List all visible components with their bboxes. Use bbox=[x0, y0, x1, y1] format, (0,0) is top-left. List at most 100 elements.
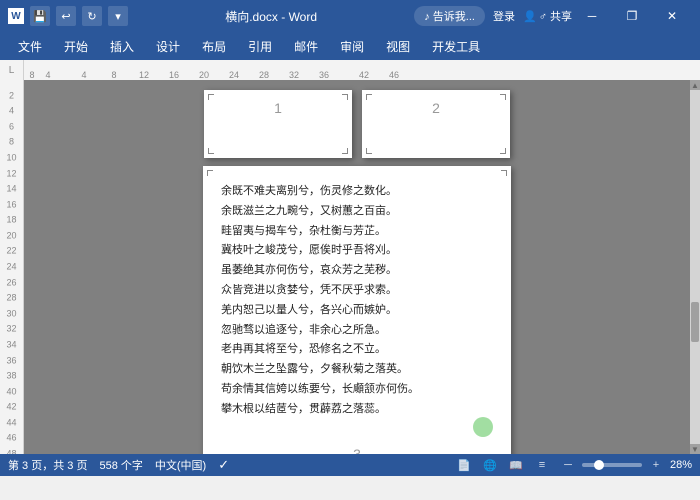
ruler-tick-v: 12 bbox=[0, 169, 23, 178]
customize-qat-button[interactable]: ▾ bbox=[108, 6, 128, 26]
user-button[interactable]: 👤 ♂ 共享 bbox=[523, 8, 572, 24]
save-button[interactable]: 💾 bbox=[30, 6, 50, 26]
ruler-tick-v: 34 bbox=[0, 340, 23, 349]
corner-marker-tr bbox=[500, 94, 506, 100]
ruler-tick: 12 bbox=[139, 71, 149, 80]
menu-view[interactable]: 视图 bbox=[376, 34, 420, 59]
scroll-thumb[interactable] bbox=[691, 302, 699, 342]
word-icon: W bbox=[8, 8, 24, 24]
ruler-corner: L bbox=[0, 60, 24, 80]
text-line: 苟余情其信姱以练要兮，长顑颔亦何伤。 bbox=[221, 380, 493, 400]
window-title: 横向.docx - Word bbox=[128, 8, 414, 25]
title-bar: W 💾 ↩ ↻ ▾ 横向.docx - Word ♪ 告诉我... 登录 👤 ♂… bbox=[0, 0, 700, 32]
zoom-bar: ─ + 28% bbox=[558, 456, 692, 474]
ruler-tick: 28 bbox=[259, 71, 269, 80]
minimize-button[interactable]: ─ bbox=[572, 0, 612, 32]
page-row-top: 1 2 bbox=[204, 90, 510, 158]
menu-references[interactable]: 引用 bbox=[238, 34, 282, 59]
ruler-tick-v: 42 bbox=[0, 403, 23, 412]
ruler-tick: 16 bbox=[169, 71, 179, 80]
page-info: 第 3 页，共 3 页 bbox=[8, 457, 87, 473]
horizontal-ruler: 8 4 4 8 12 16 20 24 28 32 36 42 46 bbox=[24, 60, 700, 80]
zoom-slider[interactable] bbox=[582, 463, 642, 467]
ruler-tick-v: 38 bbox=[0, 372, 23, 381]
close-button[interactable]: ✕ bbox=[652, 0, 692, 32]
ruler-tick: 36 bbox=[319, 71, 329, 80]
zoom-thumb bbox=[594, 460, 604, 470]
ruler-tick: 20 bbox=[199, 71, 209, 80]
text-line: 羌内恕己以量人兮，各兴心而嫉妒。 bbox=[221, 301, 493, 321]
corner-marker-tl bbox=[366, 94, 372, 100]
zoom-in-button[interactable]: + bbox=[646, 456, 666, 474]
view-read-button[interactable]: 📖 bbox=[506, 456, 526, 474]
ruler-tick: 32 bbox=[289, 71, 299, 80]
menu-layout[interactable]: 布局 bbox=[192, 34, 236, 59]
ruler-tick-v: 4 bbox=[0, 107, 23, 116]
scroll-up-button[interactable]: ▲ bbox=[690, 80, 700, 90]
redo-button[interactable]: ↻ bbox=[82, 6, 102, 26]
menu-mailings[interactable]: 邮件 bbox=[284, 34, 328, 59]
corner-marker-tl bbox=[207, 170, 213, 176]
ruler-tick-v: 22 bbox=[0, 247, 23, 256]
login-button[interactable]: 登录 bbox=[493, 8, 515, 24]
text-line: 老冉再其将至兮，恐修名之不立。 bbox=[221, 340, 493, 360]
view-outline-button[interactable]: ≡ bbox=[532, 456, 552, 474]
menu-review[interactable]: 审阅 bbox=[330, 34, 374, 59]
zoom-out-button[interactable]: ─ bbox=[558, 456, 578, 474]
ruler-tick-v: 36 bbox=[0, 356, 23, 365]
document-canvas[interactable]: 1 2 余既不难夫离别兮，伤灵修之数化。余既滋兰之九畹兮，又树蕙之百亩。畦留夷与… bbox=[24, 80, 690, 454]
ruler-tick-v: 32 bbox=[0, 325, 23, 334]
tell-me-button[interactable]: ♪ 告诉我... bbox=[414, 6, 485, 26]
view-web-button[interactable]: 🌐 bbox=[480, 456, 500, 474]
text-line: 攀木根以结茝兮，贯薜荔之落蕊。 bbox=[221, 400, 493, 420]
corner-marker-tr bbox=[342, 94, 348, 100]
menu-file[interactable]: 文件 bbox=[8, 34, 52, 59]
ruler-tick-v: 2 bbox=[0, 91, 23, 100]
ruler-tick-v: 14 bbox=[0, 185, 23, 194]
share-button[interactable]: ♂ 共享 bbox=[539, 8, 572, 24]
menu-insert[interactable]: 插入 bbox=[100, 34, 144, 59]
menu-home[interactable]: 开始 bbox=[54, 34, 98, 59]
text-line: 余既滋兰之九畹兮，又树蕙之百亩。 bbox=[221, 202, 493, 222]
menu-design[interactable]: 设计 bbox=[146, 34, 190, 59]
scroll-down-button[interactable]: ▼ bbox=[690, 444, 700, 454]
ruler-tick: 42 bbox=[359, 71, 369, 80]
word-count: 558 个字 bbox=[99, 457, 142, 473]
page-2: 2 bbox=[362, 90, 510, 158]
title-right-actions: ♪ 告诉我... 登录 👤 ♂ 共享 bbox=[414, 6, 572, 26]
vertical-scrollbar[interactable]: ▲ ▼ bbox=[690, 80, 700, 454]
corner-marker-tr bbox=[501, 170, 507, 176]
ruler-tick-v: 30 bbox=[0, 309, 23, 318]
ruler-tick-v: 46 bbox=[0, 434, 23, 443]
corner-marker-br bbox=[342, 148, 348, 154]
ruler-tick-v: 40 bbox=[0, 387, 23, 396]
menu-developer[interactable]: 开发工具 bbox=[422, 34, 490, 59]
ruler-tick: 8 bbox=[111, 71, 116, 80]
status-right: 📄 🌐 📖 ≡ ─ + 28% bbox=[454, 456, 692, 474]
user-icon: 👤 bbox=[523, 10, 537, 23]
ruler-corner-label: L bbox=[9, 65, 15, 76]
ruler-tick-v: 24 bbox=[0, 263, 23, 272]
ruler-tick: 8 bbox=[29, 71, 34, 80]
ruler-tick: 24 bbox=[229, 71, 239, 80]
ruler-tick: 46 bbox=[389, 71, 399, 80]
ruler-tick-v: 6 bbox=[0, 122, 23, 131]
restore-button[interactable]: ❐ bbox=[612, 0, 652, 32]
undo-button[interactable]: ↩ bbox=[56, 6, 76, 26]
view-print-button[interactable]: 📄 bbox=[454, 456, 474, 474]
text-line: 虽萎绝其亦何伤兮，哀众芳之芜秽。 bbox=[221, 261, 493, 281]
ruler-tick-v: 26 bbox=[0, 278, 23, 287]
ruler-tick: 4 bbox=[81, 71, 86, 80]
main-area: 2468101214161820222426283032343638404244… bbox=[0, 80, 700, 454]
spell-check-icon[interactable]: ✓ bbox=[218, 457, 229, 473]
ruler-tick-v: 48 bbox=[0, 450, 23, 455]
ruler-tick: 4 bbox=[45, 71, 50, 80]
ruler-tick-v: 16 bbox=[0, 200, 23, 209]
text-line: 畦留夷与揭车兮，杂杜衡与芳芷。 bbox=[221, 222, 493, 242]
page-3: 余既不难夫离别兮，伤灵修之数化。余既滋兰之九畹兮，又树蕙之百亩。畦留夷与揭车兮，… bbox=[203, 166, 511, 454]
scroll-track[interactable] bbox=[690, 90, 700, 444]
ruler-tick-v: 18 bbox=[0, 216, 23, 225]
ruler-tick-v: 8 bbox=[0, 138, 23, 147]
text-line: 冀枝叶之峻茂兮，愿俟时乎吾将刈。 bbox=[221, 241, 493, 261]
corner-marker-tl bbox=[208, 94, 214, 100]
